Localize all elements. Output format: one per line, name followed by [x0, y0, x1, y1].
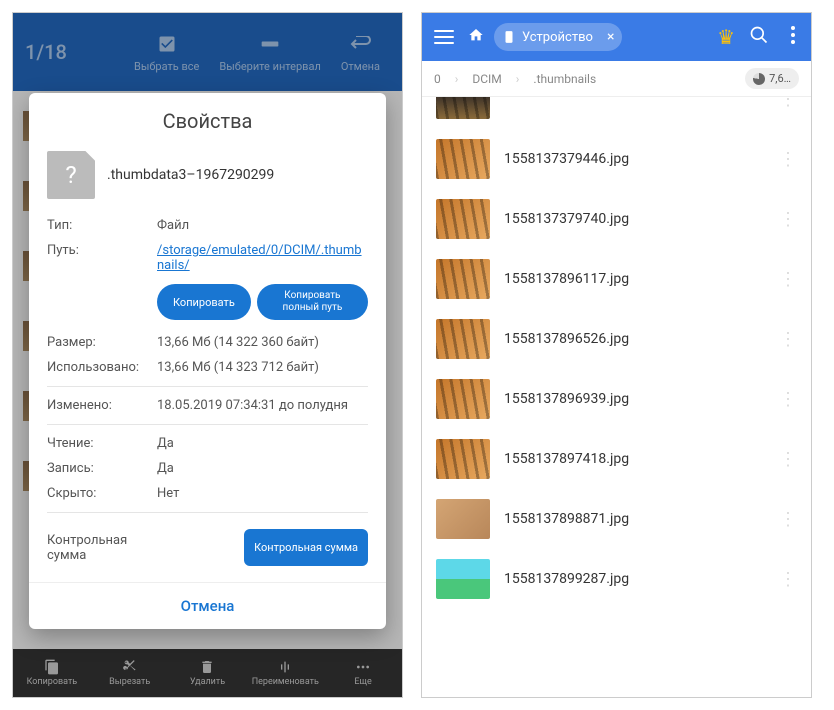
item-menu-icon[interactable]: ⋮	[779, 509, 797, 530]
phone-icon	[502, 30, 516, 44]
write-label: Запись:	[47, 461, 157, 476]
breadcrumb-item[interactable]: .thumbnails	[533, 72, 596, 86]
item-menu-icon[interactable]: ⋮	[779, 329, 797, 350]
file-name: 1558137899287.jpg	[504, 571, 765, 587]
file-name: 1558137379740.jpg	[504, 211, 765, 227]
type-label: Тип:	[47, 218, 157, 233]
search-icon[interactable]	[741, 25, 777, 49]
menu-icon[interactable]	[430, 23, 458, 51]
checksum-button[interactable]: Контрольная сумма	[244, 529, 368, 566]
hidden-label: Скрыто:	[47, 486, 157, 501]
thumbnail	[436, 499, 490, 539]
dialog-cancel-button[interactable]: Отмена	[29, 582, 386, 629]
phone-left: 1/18 Выбрать все Выберите интервал Отмен…	[12, 12, 403, 698]
hidden-value: Нет	[157, 486, 179, 501]
file-name: 1558137897418.jpg	[504, 451, 765, 467]
type-value: Файл	[157, 218, 189, 233]
breadcrumb-item[interactable]: DCIM	[472, 72, 501, 86]
file-name: 1558137379446.jpg	[504, 151, 765, 167]
file-name: 1558137896939.jpg	[504, 391, 765, 407]
list-item[interactable]: 1558137896117.jpg ⋮	[422, 249, 811, 309]
thumbnail	[436, 139, 490, 179]
used-label: Использовано:	[47, 360, 157, 375]
dialog-title: Свойства	[29, 93, 386, 145]
used-value: 13,66 Мб (14 323 712 байт)	[157, 360, 319, 375]
file-list[interactable]: ⋮ 1558137379446.jpg⋮ 1558137379740.jpg⋮ …	[422, 97, 811, 609]
thumbnail	[436, 319, 490, 359]
crown-icon[interactable]: ♛	[717, 25, 735, 49]
copy-full-path-button[interactable]: Копировать полный путь	[257, 284, 368, 320]
breadcrumb: 0 › DCIM › .thumbnails 7,6…	[422, 61, 811, 97]
item-menu-icon[interactable]: ⋮	[779, 569, 797, 590]
chevron-right-icon: ›	[516, 72, 520, 86]
write-value: Да	[157, 461, 174, 476]
thumbnail	[436, 97, 490, 119]
list-item[interactable]: 1558137898871.jpg ⋮	[422, 489, 811, 549]
list-item[interactable]: 1558137899287.jpg ⋮	[422, 549, 811, 609]
close-icon[interactable]: ×	[607, 29, 614, 45]
file-icon: ?	[47, 151, 95, 199]
breadcrumb-item[interactable]: 0	[434, 72, 441, 86]
list-item[interactable]: ⋮	[422, 97, 811, 129]
thumbnail	[436, 379, 490, 419]
device-chip[interactable]: Устройство ×	[494, 23, 622, 51]
thumbnail	[436, 559, 490, 599]
path-link[interactable]: /storage/emulated/0/DCIM/.thumbnails/	[157, 243, 368, 273]
size-label: Размер:	[47, 335, 157, 350]
modified-label: Изменено:	[47, 398, 157, 413]
thumbnail	[436, 259, 490, 299]
list-item[interactable]: 1558137896526.jpg ⋮	[422, 309, 811, 369]
right-header: Устройство × ♛	[422, 13, 811, 61]
read-value: Да	[157, 436, 174, 451]
read-label: Чтение:	[47, 436, 157, 451]
list-item[interactable]: 1558137897418.jpg ⋮	[422, 429, 811, 489]
list-item[interactable]: 1558137379740.jpg ⋮	[422, 189, 811, 249]
modified-value: 18.05.2019 07:34:31 до полудня	[157, 398, 348, 413]
item-menu-icon[interactable]: ⋮	[779, 209, 797, 230]
list-item[interactable]: 1558137896939.jpg ⋮	[422, 369, 811, 429]
pie-icon	[753, 73, 765, 85]
chevron-right-icon: ›	[455, 72, 459, 86]
file-name: 1558137898871.jpg	[504, 511, 765, 527]
more-icon[interactable]	[783, 26, 803, 48]
file-name: 1558137896117.jpg	[504, 271, 765, 287]
path-label: Путь:	[47, 243, 157, 273]
checksum-label: Контрольная сумма	[47, 533, 167, 563]
copy-path-button[interactable]: Копировать	[157, 284, 251, 320]
item-menu-icon[interactable]: ⋮	[779, 389, 797, 410]
item-menu-icon[interactable]: ⋮	[779, 149, 797, 170]
file-header: ? .thumbdata3–1967290299	[47, 145, 368, 213]
item-menu-icon[interactable]: ⋮	[779, 97, 797, 110]
list-item[interactable]: 1558137379446.jpg ⋮	[422, 129, 811, 189]
item-menu-icon[interactable]: ⋮	[779, 449, 797, 470]
properties-dialog: Свойства ? .thumbdata3–1967290299 Тип:Фа…	[29, 93, 386, 629]
thumbnail	[436, 199, 490, 239]
thumbnail	[436, 439, 490, 479]
phone-right: Устройство × ♛ 0 › DCIM › .thumbnails 7,…	[421, 12, 812, 698]
file-name: 1558137896526.jpg	[504, 331, 765, 347]
item-menu-icon[interactable]: ⋮	[779, 269, 797, 290]
home-icon[interactable]	[464, 27, 488, 47]
file-name: .thumbdata3–1967290299	[107, 167, 274, 183]
storage-chip[interactable]: 7,6…	[745, 68, 799, 89]
size-value: 13,66 Мб (14 322 360 байт)	[157, 335, 319, 350]
